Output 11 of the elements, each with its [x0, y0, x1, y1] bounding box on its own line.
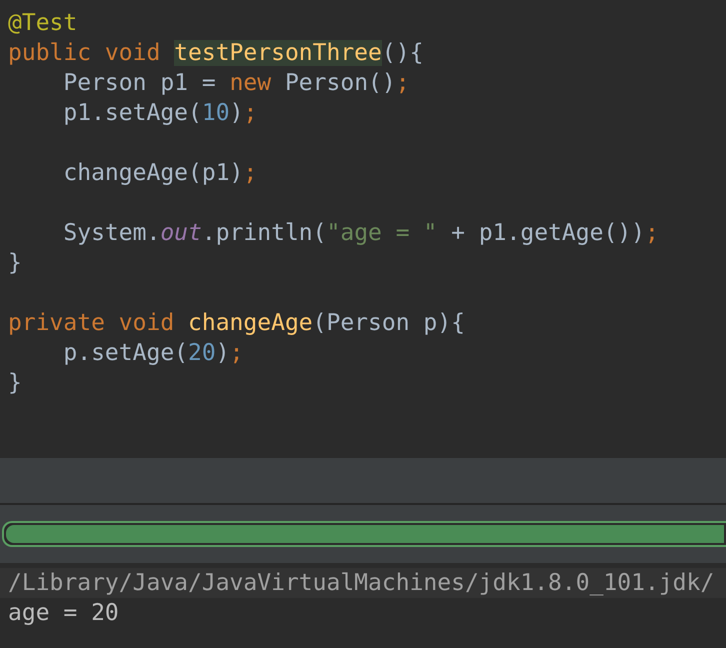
code-line: changeAge(p1); [62, 159, 258, 188]
code-line: } [7, 369, 23, 398]
code-line: System.out.println("age = " + p1.getAge()); [62, 219, 660, 248]
code-line: p.setAge(20); [62, 339, 244, 368]
code-line: private void changeAge(Person p){ [7, 309, 466, 338]
code-line: p1.setAge(10); [62, 99, 258, 128]
console-line: age = 20 [7, 599, 120, 628]
code-line: Person p1 = new Person(); [62, 69, 411, 98]
code-line: } [7, 249, 23, 278]
code-line: @Test [7, 9, 78, 38]
code-line: public void testPersonThree(){ [7, 39, 424, 68]
